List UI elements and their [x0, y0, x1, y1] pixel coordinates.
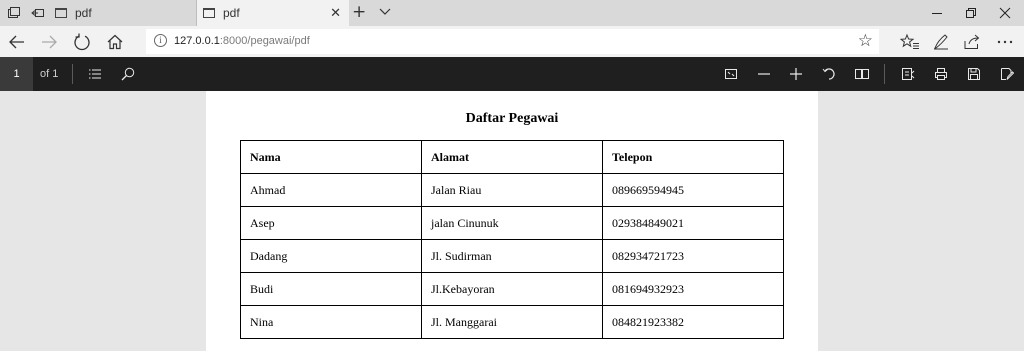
save-as-icon[interactable] — [994, 57, 1020, 91]
close-window-icon[interactable] — [988, 0, 1022, 26]
table-cell: Jl. Manggarai — [421, 305, 603, 339]
table-cell: 089669594945 — [602, 173, 784, 207]
column-header: Nama — [240, 140, 422, 174]
address-bar[interactable]: i 127.0.0.1:8000/pegawai/pdf ☆ — [146, 29, 879, 54]
table-cell: 084821923382 — [602, 305, 784, 339]
back-icon[interactable] — [2, 26, 32, 57]
contents-icon[interactable] — [82, 57, 108, 91]
table-cell: 029384849021 — [602, 206, 784, 240]
url-path: :8000/pegawai/pdf — [219, 35, 310, 47]
forward-icon[interactable] — [34, 26, 64, 57]
table-cell: 082934721723 — [602, 239, 784, 273]
table-row: Dadang Jl. Sudirman 082934721723 — [240, 239, 784, 273]
table-cell: Asep — [240, 206, 422, 240]
table-cell: Jl. Sudirman — [421, 239, 603, 273]
table-row: Budi Jl.Kebayoran 081694932923 — [240, 272, 784, 306]
table-cell: Dadang — [240, 239, 422, 273]
table-cell: Jl.Kebayoran — [421, 272, 603, 306]
pdf-toolbar: 1 of 1 — [0, 57, 1024, 91]
info-icon[interactable]: i — [154, 34, 167, 47]
fit-page-icon[interactable] — [718, 57, 744, 91]
read-aloud-icon[interactable] — [895, 57, 921, 91]
toolbar-divider — [884, 64, 885, 84]
tab-preview-icon[interactable] — [2, 0, 26, 26]
table-cell: Ahmad — [240, 173, 422, 207]
pen-icon[interactable] — [926, 26, 956, 57]
tab-pdf-active[interactable]: pdf ✕ — [197, 0, 349, 26]
close-icon[interactable]: ✕ — [330, 5, 341, 21]
rotate-icon[interactable] — [816, 57, 842, 91]
zoom-in-icon[interactable] — [783, 57, 809, 91]
table-cell: Nina — [240, 305, 422, 339]
table-cell: 081694932923 — [602, 272, 784, 306]
minimize-icon[interactable] — [920, 0, 954, 26]
table-row: Nina Jl. Manggarai 084821923382 — [240, 305, 784, 339]
page-number-input[interactable]: 1 — [0, 57, 33, 91]
table-cell: jalan Cinunuk — [421, 206, 603, 240]
table-header-row: Nama Alamat Telepon — [240, 140, 784, 174]
table-cell: Budi — [240, 272, 422, 306]
column-header: Alamat — [421, 140, 603, 174]
navigation-bar: i 127.0.0.1:8000/pegawai/pdf ☆ — [0, 26, 1024, 57]
document-title: Daftar Pegawai — [465, 111, 559, 126]
page-icon — [203, 8, 215, 18]
column-header: Telepon — [602, 140, 784, 174]
table-row: Asep jalan Cinunuk 029384849021 — [240, 206, 784, 240]
zoom-out-icon[interactable] — [751, 57, 777, 91]
url-text[interactable]: 127.0.0.1:8000/pegawai/pdf — [174, 35, 310, 47]
restore-icon[interactable] — [954, 0, 988, 26]
chevron-down-icon[interactable] — [378, 4, 392, 18]
new-tab-icon[interactable]: + — [352, 2, 366, 22]
page-view-icon[interactable] — [849, 57, 875, 91]
toolbar-divider — [72, 64, 73, 84]
url-host: 127.0.0.1 — [174, 35, 220, 47]
tab-label: pdf — [75, 6, 92, 20]
favorites-icon[interactable] — [895, 26, 925, 57]
print-icon[interactable] — [928, 57, 954, 91]
page-icon — [55, 8, 67, 18]
set-aside-tabs-icon[interactable] — [26, 0, 50, 26]
employee-table: Nama Alamat Telepon Ahmad Jalan Riau 089… — [240, 140, 784, 339]
save-icon[interactable] — [961, 57, 987, 91]
refresh-icon[interactable] — [67, 26, 97, 57]
search-icon[interactable] — [115, 57, 141, 91]
share-icon[interactable] — [957, 26, 987, 57]
star-icon[interactable]: ☆ — [858, 31, 873, 51]
table-cell: Jalan Riau — [421, 173, 603, 207]
table-row: Ahmad Jalan Riau 089669594945 — [240, 173, 784, 207]
home-icon[interactable] — [100, 26, 130, 57]
tab-pdf-inactive[interactable]: pdf — [49, 0, 197, 26]
tab-label: pdf — [223, 6, 240, 20]
pdf-page: Daftar Pegawai Nama Alamat Telepon Ahmad… — [206, 91, 818, 351]
page-total: of 1 — [40, 68, 59, 80]
tab-strip: pdf pdf ✕ + — [0, 0, 1024, 26]
more-icon[interactable] — [990, 26, 1020, 57]
